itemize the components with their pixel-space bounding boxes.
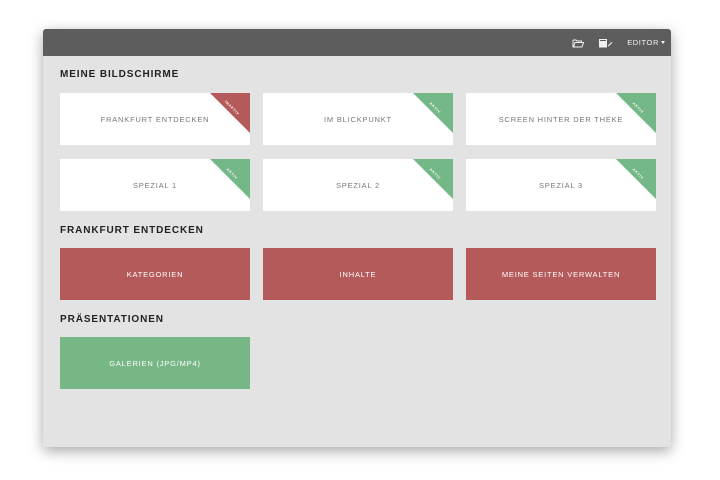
app-window: EDITOR MEINE BILDSCHIRME FRANKFURT ENTDE… bbox=[43, 29, 671, 447]
screen-card[interactable]: SCREEN HINTER DER THEKE AKTIV bbox=[466, 93, 656, 145]
section-title-presentations: PRÄSENTATIONEN bbox=[60, 314, 164, 325]
tile-label: INHALTE bbox=[339, 269, 377, 279]
folder-open-icon[interactable] bbox=[572, 29, 585, 56]
galleries-button[interactable]: GALERIEN (JPG/MP4) bbox=[60, 337, 250, 389]
editor-label: EDITOR bbox=[627, 38, 659, 47]
status-ribbon: AKTIV bbox=[413, 93, 453, 133]
screen-card-label: SPEZIAL 3 bbox=[538, 180, 584, 190]
ribbon-triangle bbox=[616, 93, 656, 133]
tile-label: MEINE SEITEN VERWALTEN bbox=[501, 269, 621, 279]
screen-card-label: SPEZIAL 2 bbox=[335, 180, 381, 190]
ribbon-triangle bbox=[210, 93, 250, 133]
ribbon-triangle bbox=[616, 159, 656, 199]
status-ribbon: AKTIV bbox=[413, 159, 453, 199]
contents-button[interactable]: INHALTE bbox=[263, 248, 453, 300]
status-ribbon: INAKTIV bbox=[210, 93, 250, 133]
screen-card[interactable]: SPEZIAL 3 AKTIV bbox=[466, 159, 656, 211]
screen-card-label: FRANKFURT ENTDECKEN bbox=[100, 114, 210, 124]
screen-card-label: IM BLICKPUNKT bbox=[324, 114, 392, 124]
status-ribbon: AKTIV bbox=[616, 93, 656, 133]
status-ribbon: AKTIV bbox=[210, 159, 250, 199]
screen-card[interactable]: FRANKFURT ENTDECKEN INAKTIV bbox=[60, 93, 250, 145]
screen-card[interactable]: SPEZIAL 2 AKTIV bbox=[263, 159, 453, 211]
editor-menu[interactable]: EDITOR bbox=[627, 38, 665, 47]
ribbon-triangle bbox=[413, 93, 453, 133]
screen-card[interactable]: IM BLICKPUNKT AKTIV bbox=[263, 93, 453, 145]
ribbon-triangle bbox=[210, 159, 250, 199]
manage-pages-button[interactable]: MEINE SEITEN VERWALTEN bbox=[466, 248, 656, 300]
ribbon-triangle bbox=[413, 159, 453, 199]
section-title-screens: MEINE BILDSCHIRME bbox=[60, 69, 180, 80]
status-ribbon: AKTIV bbox=[616, 159, 656, 199]
categories-button[interactable]: KATEGORIEN bbox=[60, 248, 250, 300]
screen-card[interactable]: SPEZIAL 1 AKTIV bbox=[60, 159, 250, 211]
tile-label: KATEGORIEN bbox=[126, 269, 184, 279]
tile-label: GALERIEN (JPG/MP4) bbox=[109, 358, 201, 368]
section-title-frankfurt: FRANKFURT ENTDECKEN bbox=[60, 225, 204, 236]
caret-down-icon bbox=[661, 41, 665, 44]
top-bar: EDITOR bbox=[43, 29, 671, 56]
screen-card-label: SPEZIAL 1 bbox=[132, 180, 178, 190]
screen-card-label: SCREEN HINTER DER THEKE bbox=[498, 114, 624, 124]
book-edit-icon[interactable] bbox=[598, 29, 613, 56]
